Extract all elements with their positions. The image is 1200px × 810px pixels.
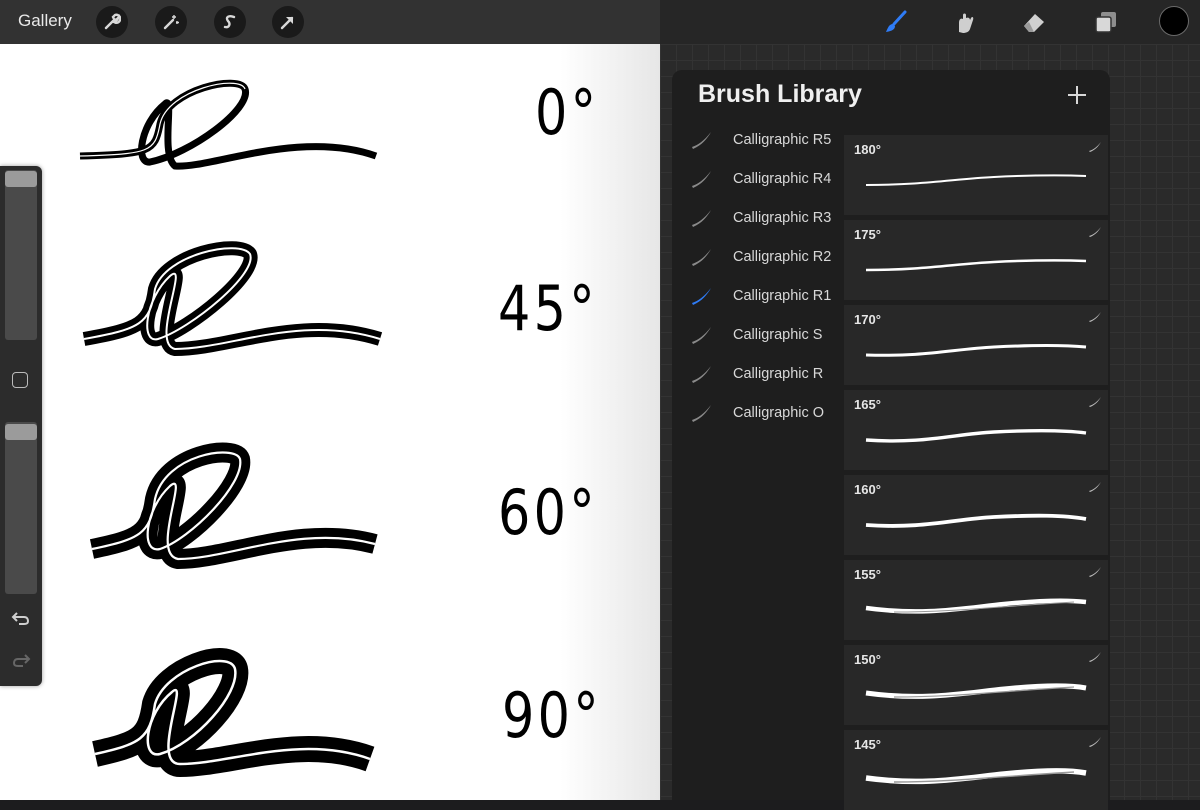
category-label: Calligraphic R2 (733, 249, 832, 265)
brush-stroke-preview (865, 513, 1087, 528)
drawing-canvas[interactable]: 0° 45° 60° 90° (0, 44, 660, 800)
magic-wand-icon[interactable] (155, 6, 187, 38)
undo-icon[interactable] (11, 609, 31, 627)
brush-size-thumb[interactable] (5, 171, 37, 187)
brush-card-155[interactable]: 155° (844, 560, 1108, 640)
brush-name: 160° (854, 482, 881, 497)
brush-name: 165° (854, 397, 881, 412)
stroke-90deg (92, 648, 375, 778)
brush-category-icon (692, 327, 711, 344)
brush-category-icon (692, 210, 711, 227)
category-calligraphic-r4[interactable]: Calligraphic R4 (690, 165, 850, 195)
brush-library-panel: Brush Library Calligraphic R5 Calligraph… (672, 70, 1110, 810)
brush-stroke-preview (865, 768, 1087, 785)
category-calligraphic-r3[interactable]: Calligraphic R3 (690, 204, 850, 234)
category-calligraphic-r1[interactable]: Calligraphic R1 (690, 282, 850, 312)
angle-label-60: 60° (498, 476, 598, 549)
brush-stroke-preview (865, 344, 1087, 357)
add-brush-button[interactable] (1064, 82, 1090, 108)
category-label: Calligraphic R3 (733, 210, 832, 226)
arrow-cursor-icon[interactable] (272, 6, 304, 38)
category-label: Calligraphic O (733, 405, 825, 421)
brush-type-icon (1089, 312, 1101, 322)
category-label: Calligraphic S (733, 327, 823, 343)
stroke-0deg (79, 79, 378, 170)
angle-label-45: 45° (498, 272, 598, 345)
brush-category-icon (692, 405, 711, 422)
brush-name: 145° (854, 737, 881, 752)
brush-card-145[interactable]: 145° (844, 730, 1108, 810)
wrench-icon[interactable] (96, 6, 128, 38)
angle-label-0: 0° (535, 76, 600, 149)
opacity-thumb[interactable] (5, 424, 37, 440)
brush-stroke-preview (865, 683, 1087, 699)
brush-name: 155° (854, 567, 881, 582)
brush-card-165[interactable]: 165° (844, 390, 1108, 470)
opacity-slider[interactable] (5, 422, 37, 594)
brush-type-icon (1089, 567, 1101, 577)
gallery-button[interactable]: Gallery (18, 11, 72, 31)
brush-card-175[interactable]: 175° (844, 220, 1108, 300)
category-calligraphic-r5[interactable]: Calligraphic R5 (690, 126, 850, 156)
brush-card-180[interactable]: 180° (844, 135, 1108, 215)
redo-icon[interactable] (11, 651, 31, 669)
brush-icon[interactable] (880, 6, 912, 38)
brush-type-icon (1089, 652, 1101, 662)
stroke-60deg (89, 442, 378, 570)
brush-category-icon (692, 249, 711, 266)
brush-name: 170° (854, 312, 881, 327)
category-label: Calligraphic R5 (733, 132, 832, 148)
category-label: Calligraphic R4 (733, 171, 832, 187)
top-toolbar: Gallery (0, 0, 1200, 44)
category-calligraphic-r[interactable]: Calligraphic R (690, 360, 850, 390)
selection-s-icon[interactable] (214, 6, 246, 38)
layers-icon[interactable] (1090, 6, 1122, 38)
brush-size-slider[interactable] (5, 170, 37, 340)
category-calligraphic-o[interactable]: Calligraphic O (690, 399, 850, 429)
brush-type-icon (1089, 397, 1101, 407)
brush-category-icon (692, 171, 711, 188)
smudge-icon[interactable] (948, 6, 980, 38)
brush-stroke-preview (865, 428, 1087, 443)
left-sidebar (0, 166, 42, 686)
brush-card-160[interactable]: 160° (844, 475, 1108, 555)
brush-name: 180° (854, 142, 881, 157)
brush-stroke-preview (865, 259, 1087, 272)
brush-type-icon (1089, 482, 1101, 492)
category-label: Calligraphic R (733, 366, 824, 382)
brush-stroke-preview (865, 598, 1087, 614)
brush-stroke-preview (865, 174, 1087, 186)
category-label: Calligraphic R1 (733, 288, 832, 304)
modify-square-button[interactable] (12, 372, 28, 388)
brush-name: 150° (854, 652, 881, 667)
brush-type-icon (1089, 227, 1101, 237)
category-calligraphic-s[interactable]: Calligraphic S (690, 321, 850, 351)
brush-category-icon-active (692, 288, 711, 305)
category-calligraphic-r2[interactable]: Calligraphic R2 (690, 243, 850, 273)
brush-category-icon (692, 366, 711, 383)
brush-type-icon (1089, 142, 1101, 152)
stroke-45deg (82, 241, 383, 357)
brush-type-icon (1089, 737, 1101, 747)
brush-card-150[interactable]: 150° (844, 645, 1108, 725)
angle-label-90: 90° (502, 679, 602, 752)
brush-card-170[interactable]: 170° (844, 305, 1108, 385)
brush-category-icon (692, 132, 711, 149)
panel-title: Brush Library (698, 80, 862, 108)
color-picker-button[interactable] (1159, 6, 1189, 36)
brush-name: 175° (854, 227, 881, 242)
eraser-icon[interactable] (1018, 6, 1050, 38)
